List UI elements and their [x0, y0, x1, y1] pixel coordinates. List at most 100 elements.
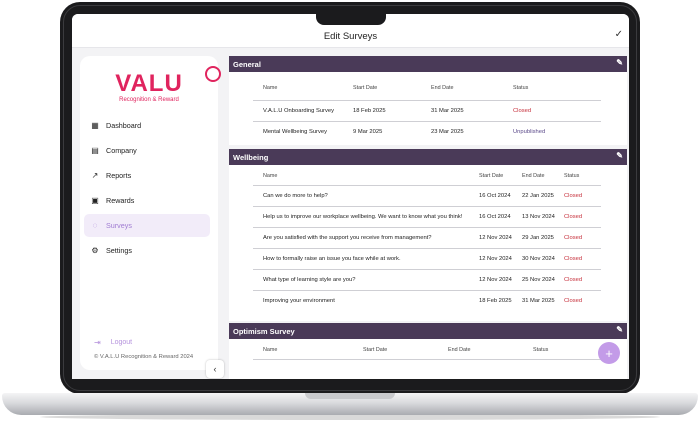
table-row[interactable]: Help us to improve our workplace wellbei…	[253, 206, 601, 227]
column-header: Name	[263, 172, 278, 179]
survey-name: Are you satisfied with the support you r…	[263, 234, 432, 241]
section-header: Wellbeing ✎	[229, 149, 627, 165]
section-header: Optimism Survey ✎	[229, 323, 627, 339]
survey-end: 22 Jan 2025	[522, 192, 554, 199]
sidebar-item-surveys[interactable]: ◌ Surveys	[84, 214, 210, 237]
building-icon: ▤	[91, 146, 99, 155]
edit-icon[interactable]: ✎	[616, 151, 623, 160]
survey-name: What type of learning style are you?	[263, 276, 356, 283]
sidebar-item-label: Settings	[106, 246, 132, 255]
column-header: Start Date	[353, 84, 378, 91]
brand-logo: VALU Recognition & Reward	[80, 66, 222, 103]
status-badge: Closed	[564, 234, 583, 241]
sidebar-item-label: Rewards	[106, 196, 135, 205]
survey-start: 16 Oct 2024	[479, 192, 511, 199]
copyright-text: © V.A.L.U Recognition & Reward 2024	[94, 354, 194, 360]
column-header: Name	[263, 346, 278, 353]
logout-label: Logout	[110, 339, 133, 346]
section-optimism: Optimism Survey ✎ Name Start Date End Da…	[229, 323, 627, 379]
survey-start: 16 Oct 2024	[479, 213, 511, 220]
column-header: End Date	[522, 172, 545, 179]
survey-end: 25 Nov 2024	[522, 276, 555, 283]
sidebar-item-label: Company	[106, 146, 137, 155]
survey-start: 12 Nov 2024	[479, 255, 512, 262]
laptop-base-notch	[305, 393, 395, 399]
status-badge: Unpublished	[513, 128, 546, 135]
status-badge: Closed	[564, 192, 583, 199]
dashboard-icon: ▦	[91, 121, 99, 130]
sidebar-item-label: Dashboard	[106, 121, 142, 130]
column-header: Start Date	[479, 172, 504, 179]
status-badge: Closed	[513, 107, 532, 114]
sidebar-item-label: Reports	[106, 171, 132, 180]
survey-name: Mental Wellbeing Survey	[263, 128, 328, 135]
column-header: End Date	[448, 346, 471, 353]
plus-icon: +	[605, 345, 613, 361]
survey-icon: ◌	[92, 221, 98, 230]
table-row[interactable]: Mental Wellbeing Survey 9 Mar 2025 23 Ma…	[253, 121, 601, 142]
logo-word: VALU	[115, 70, 183, 97]
survey-start: 18 Feb 2025	[353, 107, 386, 114]
table-row[interactable]: V.A.L.U Onboarding Survey 18 Feb 2025 31…	[253, 100, 601, 121]
sidebar-item-dashboard[interactable]: ▦ Dashboard	[84, 114, 210, 137]
table-row[interactable]: Are you satisfied with the support you r…	[253, 227, 601, 248]
survey-end: 13 Nov 2024	[522, 213, 555, 220]
sidebar-item-rewards[interactable]: ▣ Rewards	[84, 189, 210, 212]
check-icon[interactable]: ✓	[615, 29, 623, 40]
status-badge: Closed	[564, 297, 583, 304]
section-header: General ✎	[229, 56, 627, 72]
page-title: Edit Surveys	[323, 31, 378, 42]
column-header: Start Date	[363, 346, 388, 353]
section-title: Wellbeing	[233, 152, 269, 162]
collapse-sidebar-button[interactable]: ‹	[206, 360, 224, 378]
sidebar: VALU Recognition & Reward ▦ Dashboard ▤ …	[80, 56, 224, 378]
survey-start: 9 Mar 2025	[353, 128, 383, 135]
sidebar-item-reports[interactable]: ↗ Reports	[84, 164, 210, 187]
sidebar-item-company[interactable]: ▤ Company	[84, 139, 210, 162]
logout-button[interactable]: ⇥ Logout	[94, 338, 132, 347]
add-survey-button[interactable]: +	[598, 342, 620, 364]
section-general: General ✎ Name Start Date End Date Statu…	[229, 56, 627, 145]
logout-icon: ⇥	[94, 338, 101, 347]
table-row[interactable]: Can we do more to help? 16 Oct 2024 22 J…	[253, 185, 601, 206]
sidebar-item-settings[interactable]: ⚙ Settings	[84, 239, 210, 262]
survey-name: V.A.L.U Onboarding Survey	[263, 107, 335, 114]
survey-table: Name Start Date End Date Status Can we d…	[253, 167, 601, 311]
main-content: General ✎ Name Start Date End Date Statu…	[229, 56, 627, 379]
survey-end: 29 Jan 2025	[522, 234, 554, 241]
survey-table: Name Start Date End Date Status V.A.L.U …	[253, 76, 601, 142]
survey-name: Help us to improve our workplace wellbei…	[263, 213, 463, 220]
app-screen: Edit Surveys ✓ VALU Recognition & Reward…	[72, 14, 629, 379]
column-header: Name	[263, 84, 278, 91]
survey-start: 18 Feb 2025	[479, 297, 512, 304]
table-header-row: Name Start Date End Date Status	[253, 76, 601, 100]
chevron-left-icon: ‹	[213, 364, 217, 374]
section-wellbeing: Wellbeing ✎ Name Start Date End Date Sta…	[229, 149, 627, 321]
survey-start: 12 Nov 2024	[479, 234, 512, 241]
survey-end: 31 Mar 2025	[431, 107, 464, 114]
logo-tagline: Recognition & Reward	[119, 97, 179, 103]
status-badge: Closed	[564, 255, 583, 262]
table-header-row: Name Start Date End Date Status	[253, 341, 601, 359]
edit-icon[interactable]: ✎	[616, 325, 623, 334]
survey-name: Improving your environment	[263, 297, 335, 304]
edit-icon[interactable]: ✎	[616, 58, 623, 67]
column-header: Status	[564, 172, 580, 179]
survey-end: 23 Mar 2025	[431, 128, 464, 135]
survey-name: How to formally raise an issue you face …	[263, 255, 401, 262]
gear-icon: ⚙	[91, 246, 99, 255]
table-row[interactable]: What type of learning style are you? 12 …	[253, 269, 601, 290]
laptop-mockup: Edit Surveys ✓ VALU Recognition & Reward…	[0, 0, 700, 423]
trend-icon: ↗	[91, 171, 99, 180]
table-row[interactable]: How to formally raise an issue you face …	[253, 248, 601, 269]
column-header: Status	[533, 346, 549, 353]
table-header-row: Name Start Date End Date Status	[253, 167, 601, 185]
survey-table: Name Start Date End Date Status	[253, 341, 601, 360]
smile-icon	[205, 66, 222, 82]
table-row[interactable]: Improving your environment 18 Feb 2025 3…	[253, 290, 601, 311]
survey-end: 31 Mar 2025	[522, 297, 555, 304]
survey-name: Can we do more to help?	[263, 192, 328, 199]
column-header: Status	[513, 84, 529, 91]
status-badge: Closed	[564, 276, 583, 283]
camera-notch	[316, 14, 386, 25]
